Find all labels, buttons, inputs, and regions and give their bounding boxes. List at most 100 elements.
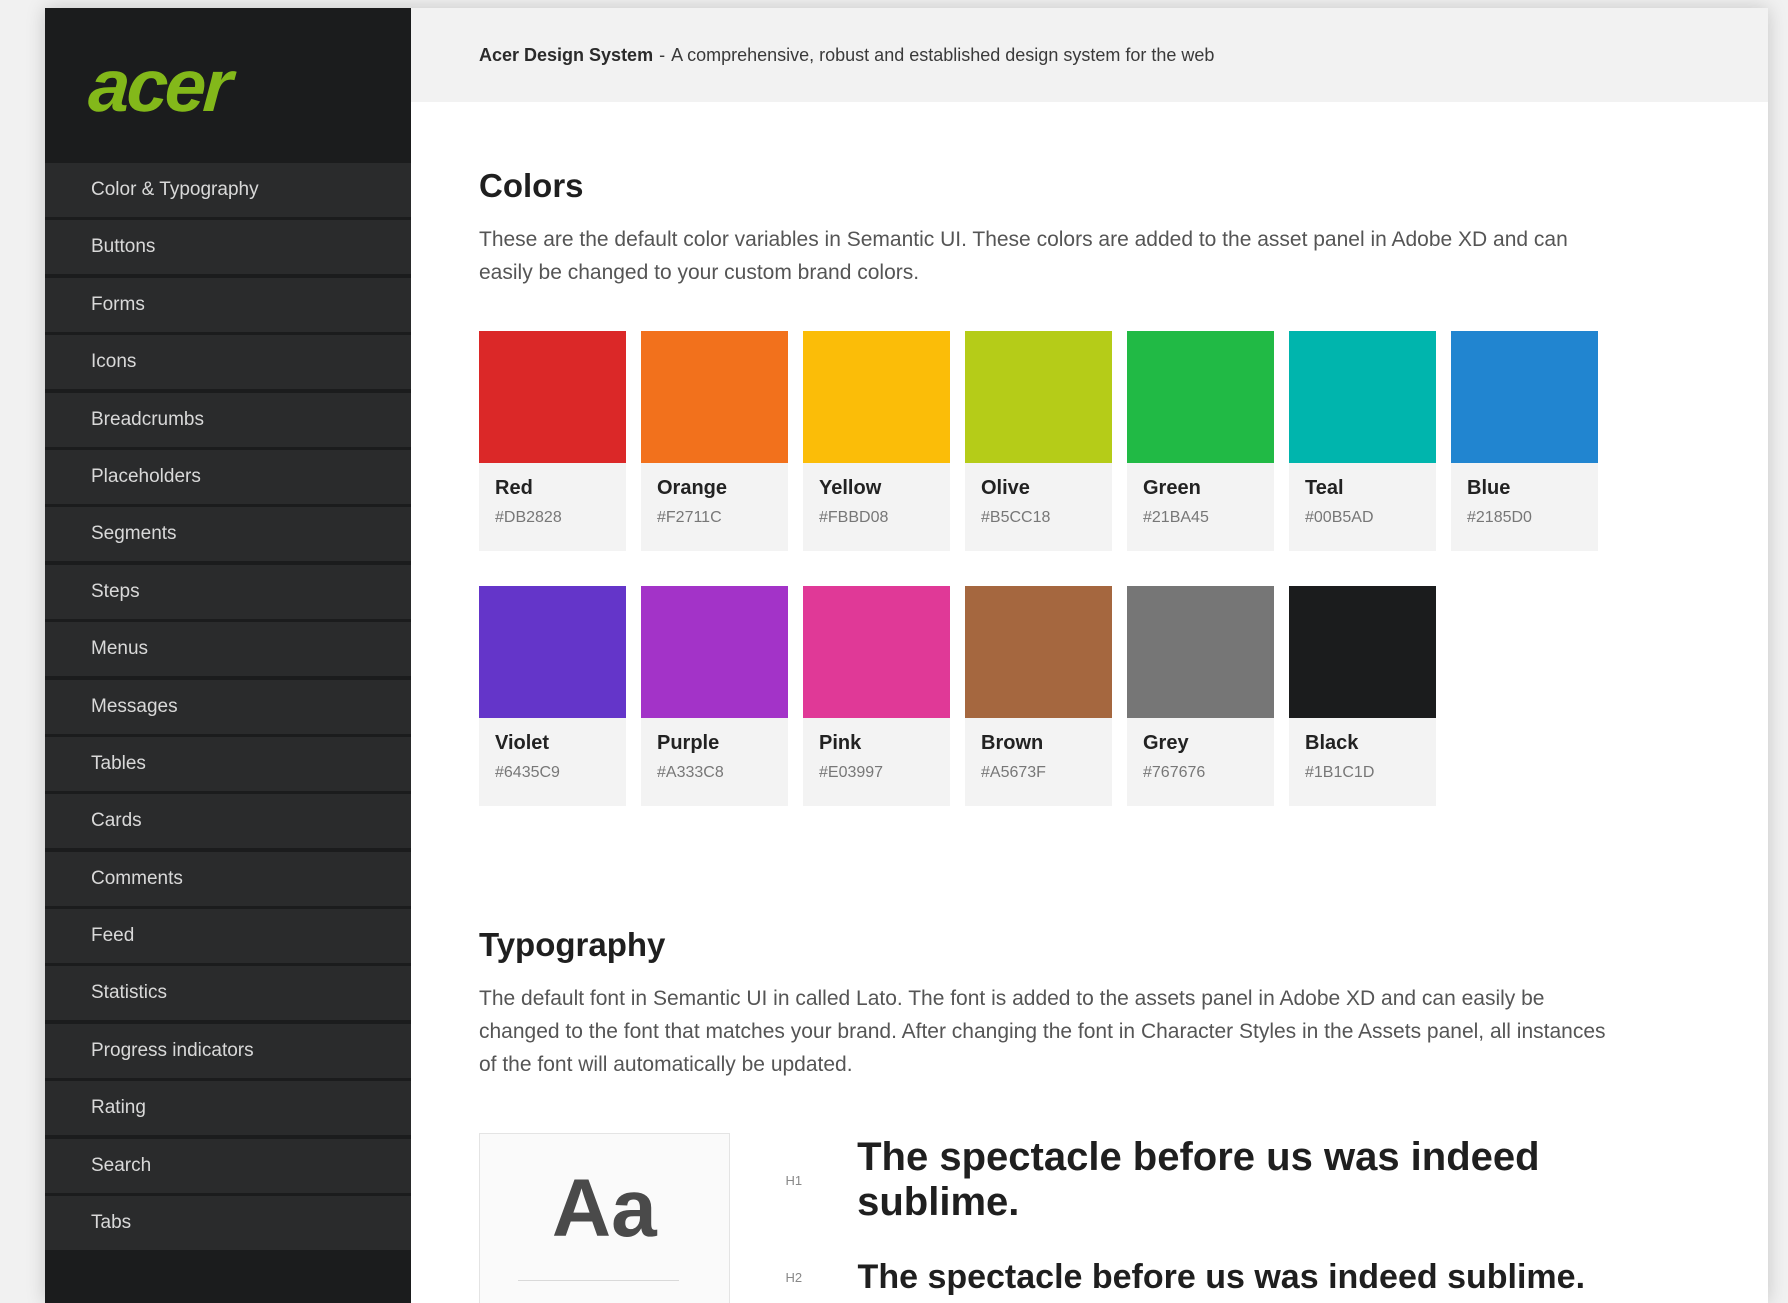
color-chip	[803, 586, 950, 718]
sidebar-item-segments[interactable]: Segments	[45, 507, 411, 562]
color-swatch-pink[interactable]: Pink #E03997	[803, 586, 950, 806]
color-name: Violet	[495, 732, 550, 754]
sidebar-item-cards[interactable]: Cards	[45, 794, 411, 849]
sidebar-item-icons[interactable]: Icons	[45, 335, 411, 390]
color-hex: #A333C8	[657, 764, 724, 781]
color-name: Orange	[657, 477, 728, 499]
color-chip	[479, 331, 626, 463]
color-hex: #F2711C	[657, 509, 722, 526]
sidebar-nav: Color & Typography Buttons Forms Icons B…	[45, 163, 411, 1251]
color-swatch-yellow[interactable]: Yellow #FBBD08	[803, 331, 950, 551]
sidebar-item-menus[interactable]: Menus	[45, 622, 411, 677]
top-bar: Acer Design System - A comprehensive, ro…	[411, 8, 1768, 102]
color-swatch-violet[interactable]: Violet #6435C9	[479, 586, 626, 806]
color-swatch-blue[interactable]: Blue #2185D0	[1451, 331, 1598, 551]
colors-description: These are the default color variables in…	[479, 228, 1568, 284]
color-hex: #1B1C1D	[1305, 764, 1375, 781]
header-subtitle: A comprehensive, robust and established …	[671, 44, 1215, 65]
color-chip	[803, 331, 950, 463]
color-chip	[965, 586, 1112, 718]
header-separator: -	[659, 44, 666, 65]
color-name: Black	[1305, 732, 1359, 754]
font-preview-divider	[518, 1280, 679, 1281]
color-swatch-green[interactable]: Green #21BA45	[1127, 331, 1274, 551]
color-hex: #2185D0	[1467, 509, 1532, 526]
color-swatch-grey[interactable]: Grey #767676	[1127, 586, 1274, 806]
color-hex: #767676	[1143, 764, 1206, 781]
color-chip	[1451, 331, 1598, 463]
logo-area: acer	[45, 8, 411, 163]
type-tag-h2: H2	[785, 1270, 803, 1285]
colors-section: Colors These are the default color varia…	[479, 167, 1708, 806]
type-sample-text: The spectacle before us was indeed subli…	[857, 1258, 1586, 1296]
color-chip	[965, 331, 1112, 463]
type-sample-h2: H2 The spectacle before us was indeed su…	[786, 1258, 1708, 1297]
color-swatch-red[interactable]: Red #DB2828	[479, 331, 626, 551]
sidebar-item-breadcrumbs[interactable]: Breadcrumbs	[45, 392, 411, 447]
color-swatch-purple[interactable]: Purple #A333C8	[641, 586, 788, 806]
color-hex: #00B5AD	[1305, 509, 1374, 526]
sidebar-item-comments[interactable]: Comments	[45, 851, 411, 906]
sidebar-item-buttons[interactable]: Buttons	[45, 220, 411, 275]
color-name: Blue	[1467, 477, 1511, 499]
type-tag-h1: H1	[785, 1172, 803, 1188]
color-name: Teal	[1305, 477, 1344, 499]
typography-title: Typography	[479, 926, 666, 963]
color-name: Purple	[657, 732, 720, 754]
color-name: Olive	[981, 477, 1030, 499]
color-chip	[1289, 331, 1436, 463]
color-hex: #A5673F	[981, 764, 1046, 781]
color-swatch-black[interactable]: Black #1B1C1D	[1289, 586, 1436, 806]
color-chip	[1127, 586, 1274, 718]
color-chip	[1289, 586, 1436, 718]
app-window: acer Color & Typography Buttons Forms Ic…	[45, 8, 1768, 1303]
typography-section: Typography The default font in Semantic …	[479, 926, 1708, 1303]
color-hex: #FBBD08	[819, 509, 889, 526]
sidebar-item-color-typography[interactable]: Color & Typography	[45, 163, 411, 217]
color-swatch-brown[interactable]: Brown #A5673F	[965, 586, 1112, 806]
color-chip	[1127, 331, 1274, 463]
color-chip	[641, 586, 788, 718]
type-sample-text: The spectacle before us was indeed subli…	[857, 1135, 1540, 1224]
color-hex: #B5CC18	[981, 509, 1051, 526]
sidebar: acer Color & Typography Buttons Forms Ic…	[45, 8, 411, 1303]
sidebar-item-forms[interactable]: Forms	[45, 277, 411, 332]
color-chip	[479, 586, 626, 718]
color-hex: #E03997	[819, 764, 884, 781]
font-preview-glyph: Aa	[551, 1163, 657, 1254]
color-hex: #21BA45	[1143, 509, 1209, 526]
color-name: Pink	[819, 732, 862, 754]
typography-description: The default font in Semantic UI in calle…	[479, 987, 1606, 1076]
color-name: Green	[1143, 477, 1201, 499]
main-content: Acer Design System - A comprehensive, ro…	[411, 8, 1768, 1303]
header-title: Acer Design System	[479, 44, 654, 65]
color-hex: #6435C9	[495, 764, 560, 781]
color-swatch-orange[interactable]: Orange #F2711C	[641, 331, 788, 551]
color-chip	[641, 331, 788, 463]
typography-preview-row: Aa H1 The spectacle before us was indeed…	[479, 1133, 1708, 1303]
color-swatch-teal[interactable]: Teal #00B5AD	[1289, 331, 1436, 551]
sidebar-item-feed[interactable]: Feed	[45, 909, 411, 964]
sidebar-item-steps[interactable]: Steps	[45, 564, 411, 619]
color-hex: #DB2828	[495, 509, 562, 526]
sidebar-item-progress-indicators[interactable]: Progress indicators	[45, 1023, 411, 1078]
acer-logo[interactable]: acer	[86, 44, 232, 127]
color-name: Brown	[981, 732, 1044, 754]
color-name: Yellow	[819, 477, 882, 499]
color-name: Red	[495, 477, 533, 499]
type-samples: H1 The spectacle before us was indeed su…	[786, 1133, 1708, 1303]
colors-title: Colors	[479, 167, 584, 204]
color-swatch-grid: Red #DB2828 Orange #F2711C Yellow #FBBD08 Oliv…	[479, 331, 1708, 806]
content-area: Colors These are the default color varia…	[411, 167, 1768, 1303]
sidebar-item-placeholders[interactable]: Placeholders	[45, 449, 411, 504]
color-name: Grey	[1143, 732, 1189, 754]
type-sample-h1: H1 The spectacle before us was indeed su…	[786, 1135, 1708, 1225]
sidebar-item-tabs[interactable]: Tabs	[45, 1196, 411, 1251]
sidebar-item-rating[interactable]: Rating	[45, 1081, 411, 1136]
sidebar-item-statistics[interactable]: Statistics	[45, 966, 411, 1021]
sidebar-item-search[interactable]: Search	[45, 1138, 411, 1193]
sidebar-item-messages[interactable]: Messages	[45, 679, 411, 734]
sidebar-item-tables[interactable]: Tables	[45, 736, 411, 791]
color-swatch-olive[interactable]: Olive #B5CC18	[965, 331, 1112, 551]
font-preview-card: Aa	[479, 1133, 730, 1303]
